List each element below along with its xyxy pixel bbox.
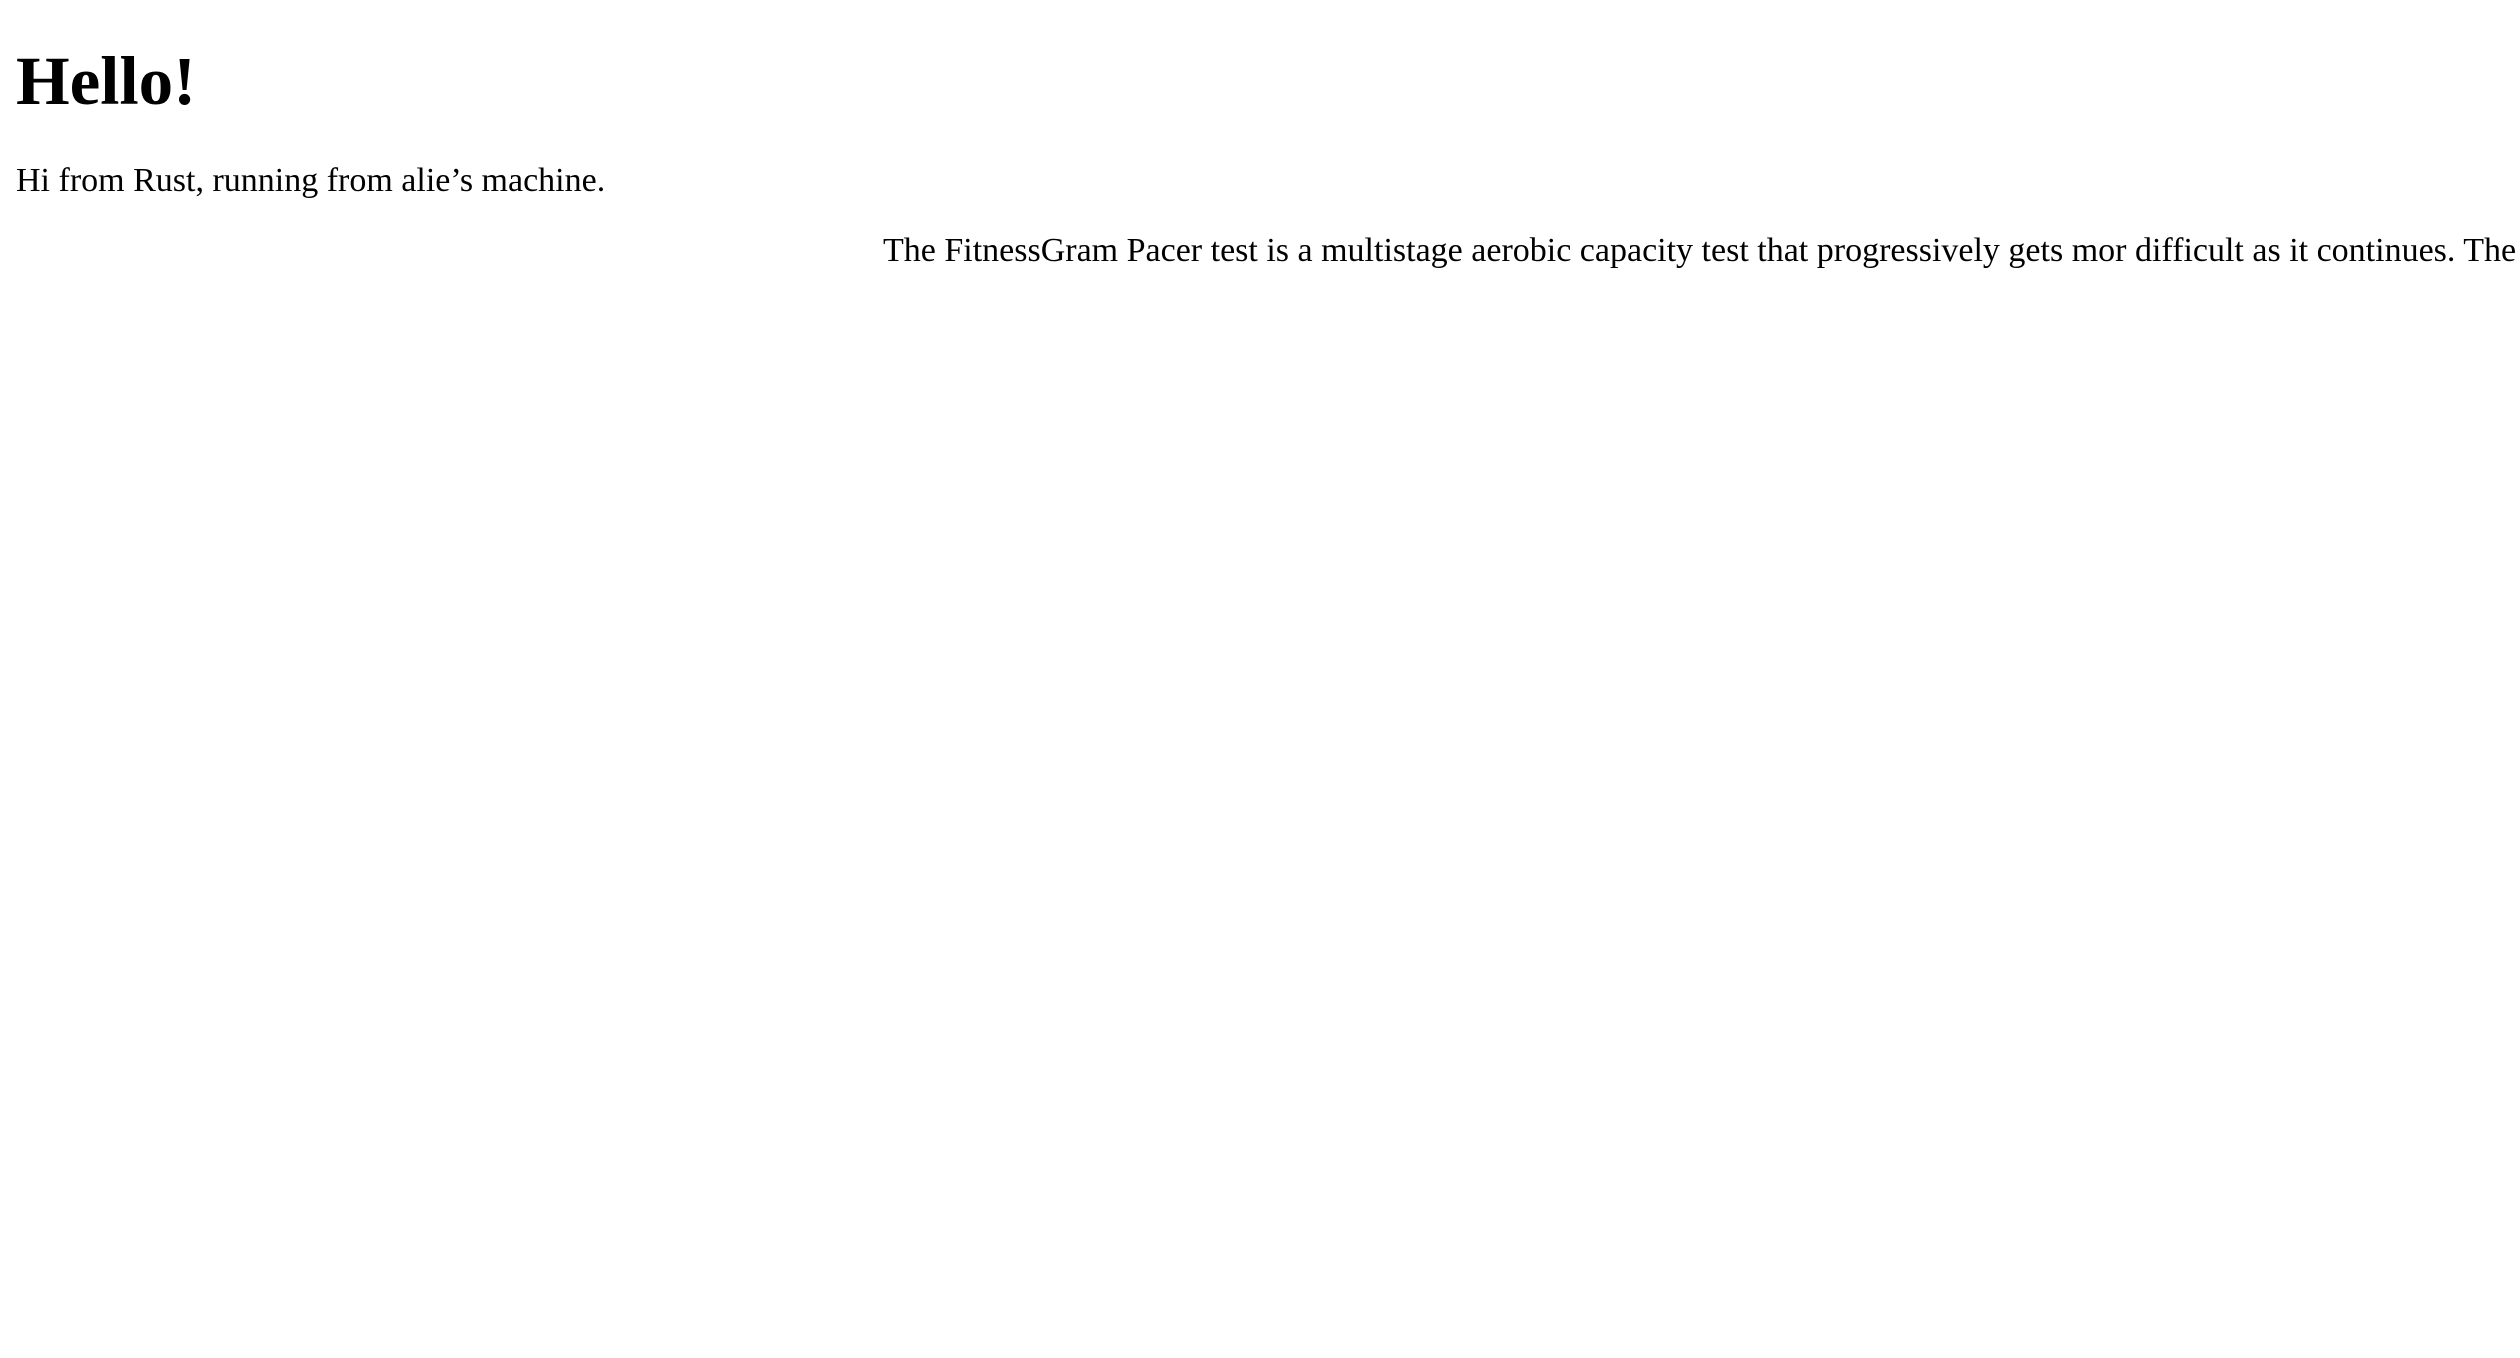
greeting-text: Hi from Rust, running from alie’s machin… bbox=[16, 162, 606, 199]
scrolling-marquee: The FitnessGram Pacer test is a multista… bbox=[0, 229, 2520, 273]
page: Hello! Hi from Rust, running from alie’s… bbox=[0, 0, 2520, 1358]
marquee-text: The FitnessGram Pacer test is a multista… bbox=[883, 232, 2520, 269]
page-heading: Hello! bbox=[16, 43, 197, 119]
